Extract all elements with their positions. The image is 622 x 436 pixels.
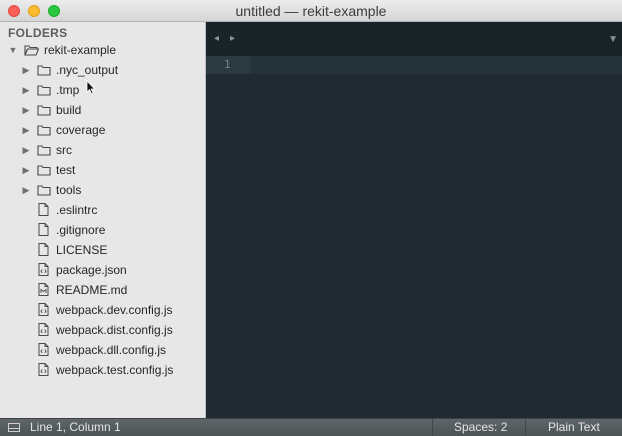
tree-file-item[interactable]: webpack.test.config.js bbox=[0, 360, 206, 380]
tree-file-item[interactable]: .gitignore bbox=[0, 220, 206, 240]
tree-file-item[interactable]: webpack.dll.config.js bbox=[0, 340, 206, 360]
status-bar: Line 1, Column 1 Spaces: 2 Plain Text bbox=[0, 418, 622, 436]
folder-icon bbox=[37, 124, 51, 136]
folder-icon bbox=[37, 64, 51, 76]
code-file-icon bbox=[38, 343, 52, 356]
folder-icon bbox=[37, 104, 51, 116]
collapsed-arrow-icon[interactable]: ▶ bbox=[21, 180, 31, 200]
tab-scroll-left-icon[interactable]: ◂ bbox=[214, 33, 219, 44]
tab-list-dropdown-icon[interactable]: ▼ bbox=[608, 34, 618, 45]
collapsed-arrow-icon[interactable]: ▶ bbox=[21, 100, 31, 120]
indentation-setting[interactable]: Spaces: 2 bbox=[454, 419, 507, 436]
folder-icon bbox=[37, 144, 51, 156]
tree-root-rekit-example[interactable]: ▼ rekit-example bbox=[0, 40, 206, 60]
collapsed-arrow-icon[interactable]: ▶ bbox=[21, 160, 31, 180]
panel-toggle-icon[interactable] bbox=[8, 423, 20, 432]
code-file-icon bbox=[38, 363, 52, 376]
code-file-icon bbox=[38, 303, 52, 316]
markdown-file-icon bbox=[38, 283, 52, 296]
tree-file-item[interactable]: README.md bbox=[0, 280, 206, 300]
editor-pane[interactable]: ◂ ▸ ▼ 1 bbox=[206, 22, 622, 418]
status-divider bbox=[525, 419, 526, 436]
current-line-highlight bbox=[250, 56, 622, 74]
line-number: 1 bbox=[224, 58, 231, 71]
tree-item-label: webpack.test.config.js bbox=[56, 363, 174, 377]
tree-item-label: .tmp bbox=[56, 83, 80, 97]
tree-item-label: coverage bbox=[56, 123, 106, 137]
code-file-icon bbox=[38, 263, 52, 276]
tree-item-label: test bbox=[56, 163, 76, 177]
folder-icon bbox=[37, 184, 51, 196]
tree-item-label: .nyc_output bbox=[56, 63, 119, 77]
syntax-selector[interactable]: Plain Text bbox=[548, 419, 600, 436]
collapsed-arrow-icon[interactable]: ▶ bbox=[21, 140, 31, 160]
tree-item-label: .eslintrc bbox=[56, 203, 98, 217]
file-icon bbox=[38, 243, 52, 256]
tree-file-item[interactable]: webpack.dev.config.js bbox=[0, 300, 206, 320]
tree-item-label: src bbox=[56, 143, 72, 157]
mouse-pointer-icon bbox=[86, 80, 96, 95]
tree-folder-item[interactable]: ▶ .nyc_output bbox=[0, 60, 206, 80]
tree-root-label: rekit-example bbox=[44, 43, 117, 57]
tree-file-item[interactable]: webpack.dist.config.js bbox=[0, 320, 206, 340]
tree-item-label: webpack.dist.config.js bbox=[56, 323, 173, 337]
folders-header: FOLDERS bbox=[8, 26, 68, 40]
tree-item-label: tools bbox=[56, 183, 82, 197]
title-bar: untitled — rekit-example bbox=[0, 0, 622, 22]
status-divider bbox=[432, 419, 433, 436]
tree-folder-item[interactable]: ▶ tools bbox=[0, 180, 206, 200]
tree-folder-item[interactable]: ▶ .tmp bbox=[0, 80, 206, 100]
file-icon bbox=[38, 203, 52, 216]
file-icon bbox=[38, 223, 52, 236]
tree-item-label: webpack.dll.config.js bbox=[56, 343, 167, 357]
tree-file-item[interactable]: LICENSE bbox=[0, 240, 206, 260]
tab-scroll-right-icon[interactable]: ▸ bbox=[230, 33, 235, 44]
tree-folder-item[interactable]: ▶ src bbox=[0, 140, 206, 160]
cursor-position: Line 1, Column 1 bbox=[30, 420, 121, 434]
window-title: untitled — rekit-example bbox=[235, 3, 387, 19]
tree-item-label: .gitignore bbox=[56, 223, 106, 237]
folder-icon bbox=[37, 84, 51, 96]
tree-item-label: package.json bbox=[56, 263, 127, 277]
tree-item-label: LICENSE bbox=[56, 243, 108, 257]
editor-window: untitled — rekit-example FOLDERS ▼ rekit… bbox=[0, 0, 622, 436]
tree-file-item[interactable]: package.json bbox=[0, 260, 206, 280]
tree-item-label: webpack.dev.config.js bbox=[56, 303, 173, 317]
tree-file-item[interactable]: .eslintrc bbox=[0, 200, 206, 220]
tree-item-label: build bbox=[56, 103, 82, 117]
code-file-icon bbox=[38, 323, 52, 336]
tree-folder-item[interactable]: ▶ test bbox=[0, 160, 206, 180]
sidebar: FOLDERS ▼ rekit-example ▶ .nyc_output ▶ .tm… bbox=[0, 22, 206, 418]
tab-bar: ◂ ▸ ▼ bbox=[206, 22, 622, 56]
tree-item-label: README.md bbox=[56, 283, 128, 297]
tree-folder-item[interactable]: ▶ build bbox=[0, 100, 206, 120]
open-folder-icon bbox=[24, 44, 39, 56]
collapsed-arrow-icon[interactable]: ▶ bbox=[21, 60, 31, 80]
expanded-arrow-icon[interactable]: ▼ bbox=[8, 40, 18, 60]
collapsed-arrow-icon[interactable]: ▶ bbox=[21, 80, 31, 100]
tree-folder-item[interactable]: ▶ coverage bbox=[0, 120, 206, 140]
folder-icon bbox=[37, 164, 51, 176]
collapsed-arrow-icon[interactable]: ▶ bbox=[21, 120, 31, 140]
